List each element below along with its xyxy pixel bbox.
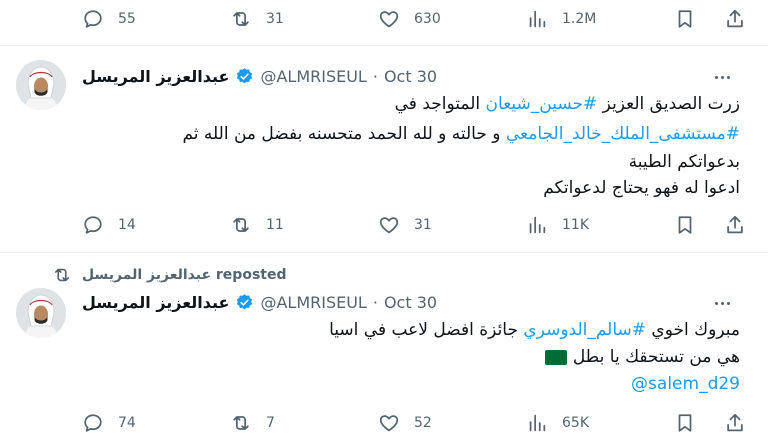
tweet-0-actions: 55 31 630 1.2M — [0, 2, 768, 36]
reply-button[interactable]: 74 — [82, 406, 136, 440]
repost-label-text[interactable]: عبدالعزيز المريسل reposted — [82, 267, 287, 283]
views-count: 65K — [562, 415, 589, 431]
repost-icon — [233, 218, 249, 232]
reply-count: 55 — [118, 11, 136, 27]
reply-icon — [84, 414, 102, 432]
reply-button[interactable]: 14 — [82, 208, 136, 242]
bookmark-button[interactable] — [674, 2, 696, 36]
views-icon — [529, 414, 546, 432]
repost-icon — [54, 268, 70, 282]
tweet-line: مبروك اخوي #سالم_الدوسري جائزة افضل لاعب… — [329, 320, 740, 340]
more-dot — [726, 301, 730, 305]
views-button[interactable]: 11K — [526, 208, 589, 242]
avatar-portrait-icon — [16, 60, 66, 110]
mention-link[interactable]: @salem_d29 — [631, 374, 740, 394]
text-segment: مبروك اخوي — [646, 320, 740, 340]
reply-button[interactable]: 55 — [82, 2, 136, 36]
like-count: 52 — [414, 415, 432, 431]
mention-line: @salem_d29 — [631, 374, 740, 394]
share-icon — [727, 413, 743, 432]
text-segment: و حالته و لله الحمد متحسنه بفضل من الله … — [182, 124, 506, 144]
saudi-flag-icon — [545, 349, 568, 365]
tweet-line: زرت الصديق العزيز #حسين_شيعان المتواجد ف… — [395, 94, 740, 114]
bookmark-icon — [678, 414, 692, 432]
tweet-line: ادعوا له فهو يحتاج لدعواتكم — [543, 178, 740, 198]
tweet-line: #مستشفى_الملك_خالد_الجامعي و حالته و لله… — [182, 124, 740, 144]
like-count: 630 — [414, 11, 441, 27]
author-handle[interactable]: @ALMRISEUL — [260, 293, 366, 312]
like-button[interactable]: 52 — [378, 406, 432, 440]
share-button[interactable] — [724, 406, 746, 440]
views-count: 11K — [562, 217, 589, 233]
repost-count: 31 — [266, 11, 284, 27]
divider — [0, 252, 768, 253]
share-icon — [727, 9, 743, 28]
share-icon — [727, 215, 743, 234]
more-options-button[interactable] — [708, 293, 736, 313]
text-segment: زرت الصديق العزيز — [597, 94, 740, 114]
avatar[interactable] — [16, 60, 66, 110]
reply-icon — [84, 216, 102, 234]
tweet-2-actions: 74 7 52 65K — [0, 406, 768, 440]
bookmark-button[interactable] — [674, 406, 696, 440]
heart-icon — [379, 11, 399, 28]
views-button[interactable]: 65K — [526, 406, 589, 440]
divider — [0, 45, 768, 46]
views-icon — [529, 10, 546, 28]
bookmark-icon — [678, 216, 692, 234]
more-dot — [714, 75, 718, 79]
repost-count: 11 — [266, 217, 284, 233]
repost-label: عبدالعزيز المريسل reposted — [52, 265, 287, 285]
heart-icon — [379, 217, 399, 234]
repost-button[interactable]: 31 — [230, 2, 284, 36]
tweet-date[interactable]: Oct 30 — [384, 67, 437, 86]
tweet-2-header: عبدالعزيز المريسل @ALMRISEUL · Oct 30 — [82, 292, 437, 312]
separator-dot: · — [372, 66, 378, 86]
heart-icon — [379, 415, 399, 432]
separator-dot: · — [372, 292, 378, 312]
hashtag-link[interactable]: #مستشفى_الملك_خالد_الجامعي — [506, 124, 740, 144]
tweet-1-actions: 14 11 31 11K — [0, 208, 768, 242]
author-name[interactable]: عبدالعزيز المريسل — [82, 293, 229, 312]
more-options-button[interactable] — [708, 67, 736, 87]
avatar-portrait-icon — [16, 288, 66, 338]
repost-count: 7 — [266, 415, 275, 431]
more-dot — [720, 301, 724, 305]
share-button[interactable] — [724, 2, 746, 36]
hashtag-link[interactable]: #سالم_الدوسري — [523, 320, 646, 340]
avatar[interactable] — [16, 288, 66, 338]
repost-icon — [233, 12, 249, 26]
like-button[interactable]: 31 — [378, 208, 432, 242]
more-dot — [714, 301, 718, 305]
author-handle[interactable]: @ALMRISEUL — [260, 67, 366, 86]
text-segment: هي من تستحقك يا بطل — [572, 347, 740, 367]
bookmark-button[interactable] — [674, 208, 696, 242]
views-count: 1.2M — [562, 11, 597, 27]
verified-badge-icon — [237, 293, 253, 309]
bookmark-icon — [678, 10, 692, 28]
reply-count: 14 — [118, 217, 136, 233]
tweet-1-header: عبدالعزيز المريسل @ALMRISEUL · Oct 30 — [82, 66, 437, 86]
repost-icon — [233, 416, 249, 430]
views-button[interactable]: 1.2M — [526, 2, 596, 36]
repost-button[interactable]: 11 — [230, 208, 284, 242]
like-button[interactable]: 630 — [378, 2, 441, 36]
verified-badge-icon — [237, 67, 253, 83]
repost-button[interactable]: 7 — [230, 406, 275, 440]
author-name[interactable]: عبدالعزيز المريسل — [82, 67, 229, 86]
text-segment: جائزة افضل لاعب في اسيا — [329, 320, 524, 340]
more-dot — [726, 75, 730, 79]
reply-icon — [84, 10, 102, 28]
like-count: 31 — [414, 217, 432, 233]
more-dot — [720, 75, 724, 79]
views-icon — [529, 216, 546, 234]
text-segment: المتواجد في — [394, 94, 486, 114]
tweet-line: هي من تستحقك يا بطل — [545, 347, 740, 367]
tweet-date[interactable]: Oct 30 — [384, 293, 437, 312]
tweet-line: بدعواتكم الطيبة — [628, 152, 740, 172]
hashtag-link[interactable]: #حسين_شيعان — [486, 94, 598, 114]
reply-count: 74 — [118, 415, 136, 431]
share-button[interactable] — [724, 208, 746, 242]
